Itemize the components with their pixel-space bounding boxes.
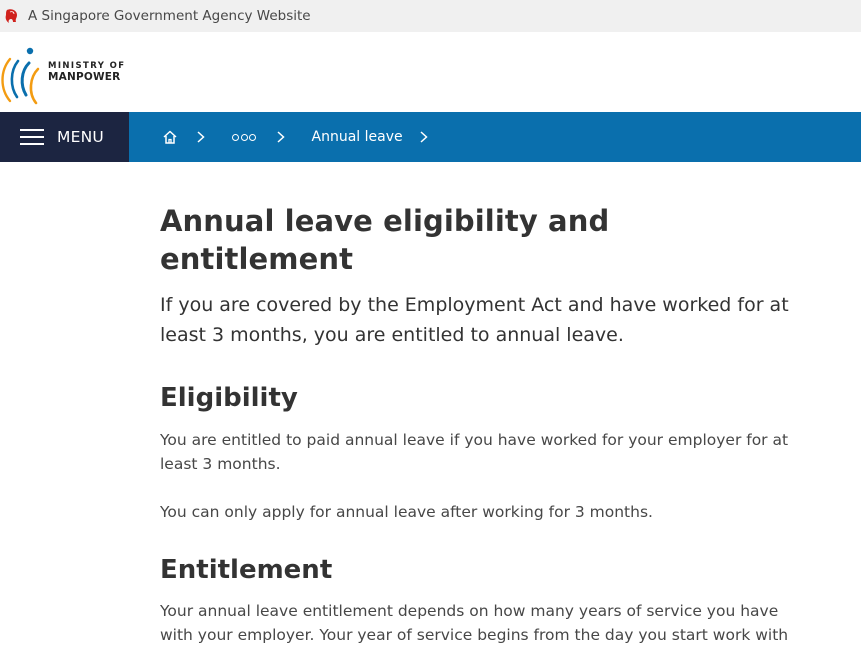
section-heading-entitlement: Entitlement [160,555,333,585]
breadcrumb: Annual leave [129,112,455,162]
mom-logo-mark-icon [1,47,40,105]
lead-paragraph: If you are covered by the Employment Act… [160,294,789,346]
chevron-right-icon [197,131,205,143]
section-heading-eligibility: Eligibility [160,383,298,413]
chevron-right-icon [420,131,428,143]
logo-line-2: MANPOWER [48,71,121,83]
chevron-right-icon [276,131,285,143]
lion-head-icon [5,9,17,23]
navigation-bar: MENU Annual leave [0,112,861,162]
breadcrumb-ellipsis[interactable] [232,133,258,141]
home-icon[interactable] [162,129,178,145]
eligibility-paragraph: You are entitled to paid annual leave if… [160,431,789,473]
menu-label: MENU [57,128,104,146]
breadcrumb-annual-leave[interactable]: Annual leave [312,129,403,145]
logo-wordmark: MINISTRY OF MANPOWER [48,61,125,83]
eligibility-paragraph: You can only apply for annual leave afte… [160,503,653,521]
menu-button[interactable]: MENU [0,112,129,162]
mom-logo[interactable]: MINISTRY OF MANPOWER [0,39,125,105]
main-content: Annual leave eligibility and entitlement… [0,162,861,652]
entitlement-paragraph: Your annual leave entitlement depends on… [160,602,789,652]
masthead-text: A Singapore Government Agency Website [28,8,311,24]
page-title: Annual leave eligibility and entitlement [160,204,610,276]
hamburger-icon [20,129,44,145]
header: MINISTRY OF MANPOWER [0,32,861,112]
government-masthead: A Singapore Government Agency Website [0,0,861,32]
